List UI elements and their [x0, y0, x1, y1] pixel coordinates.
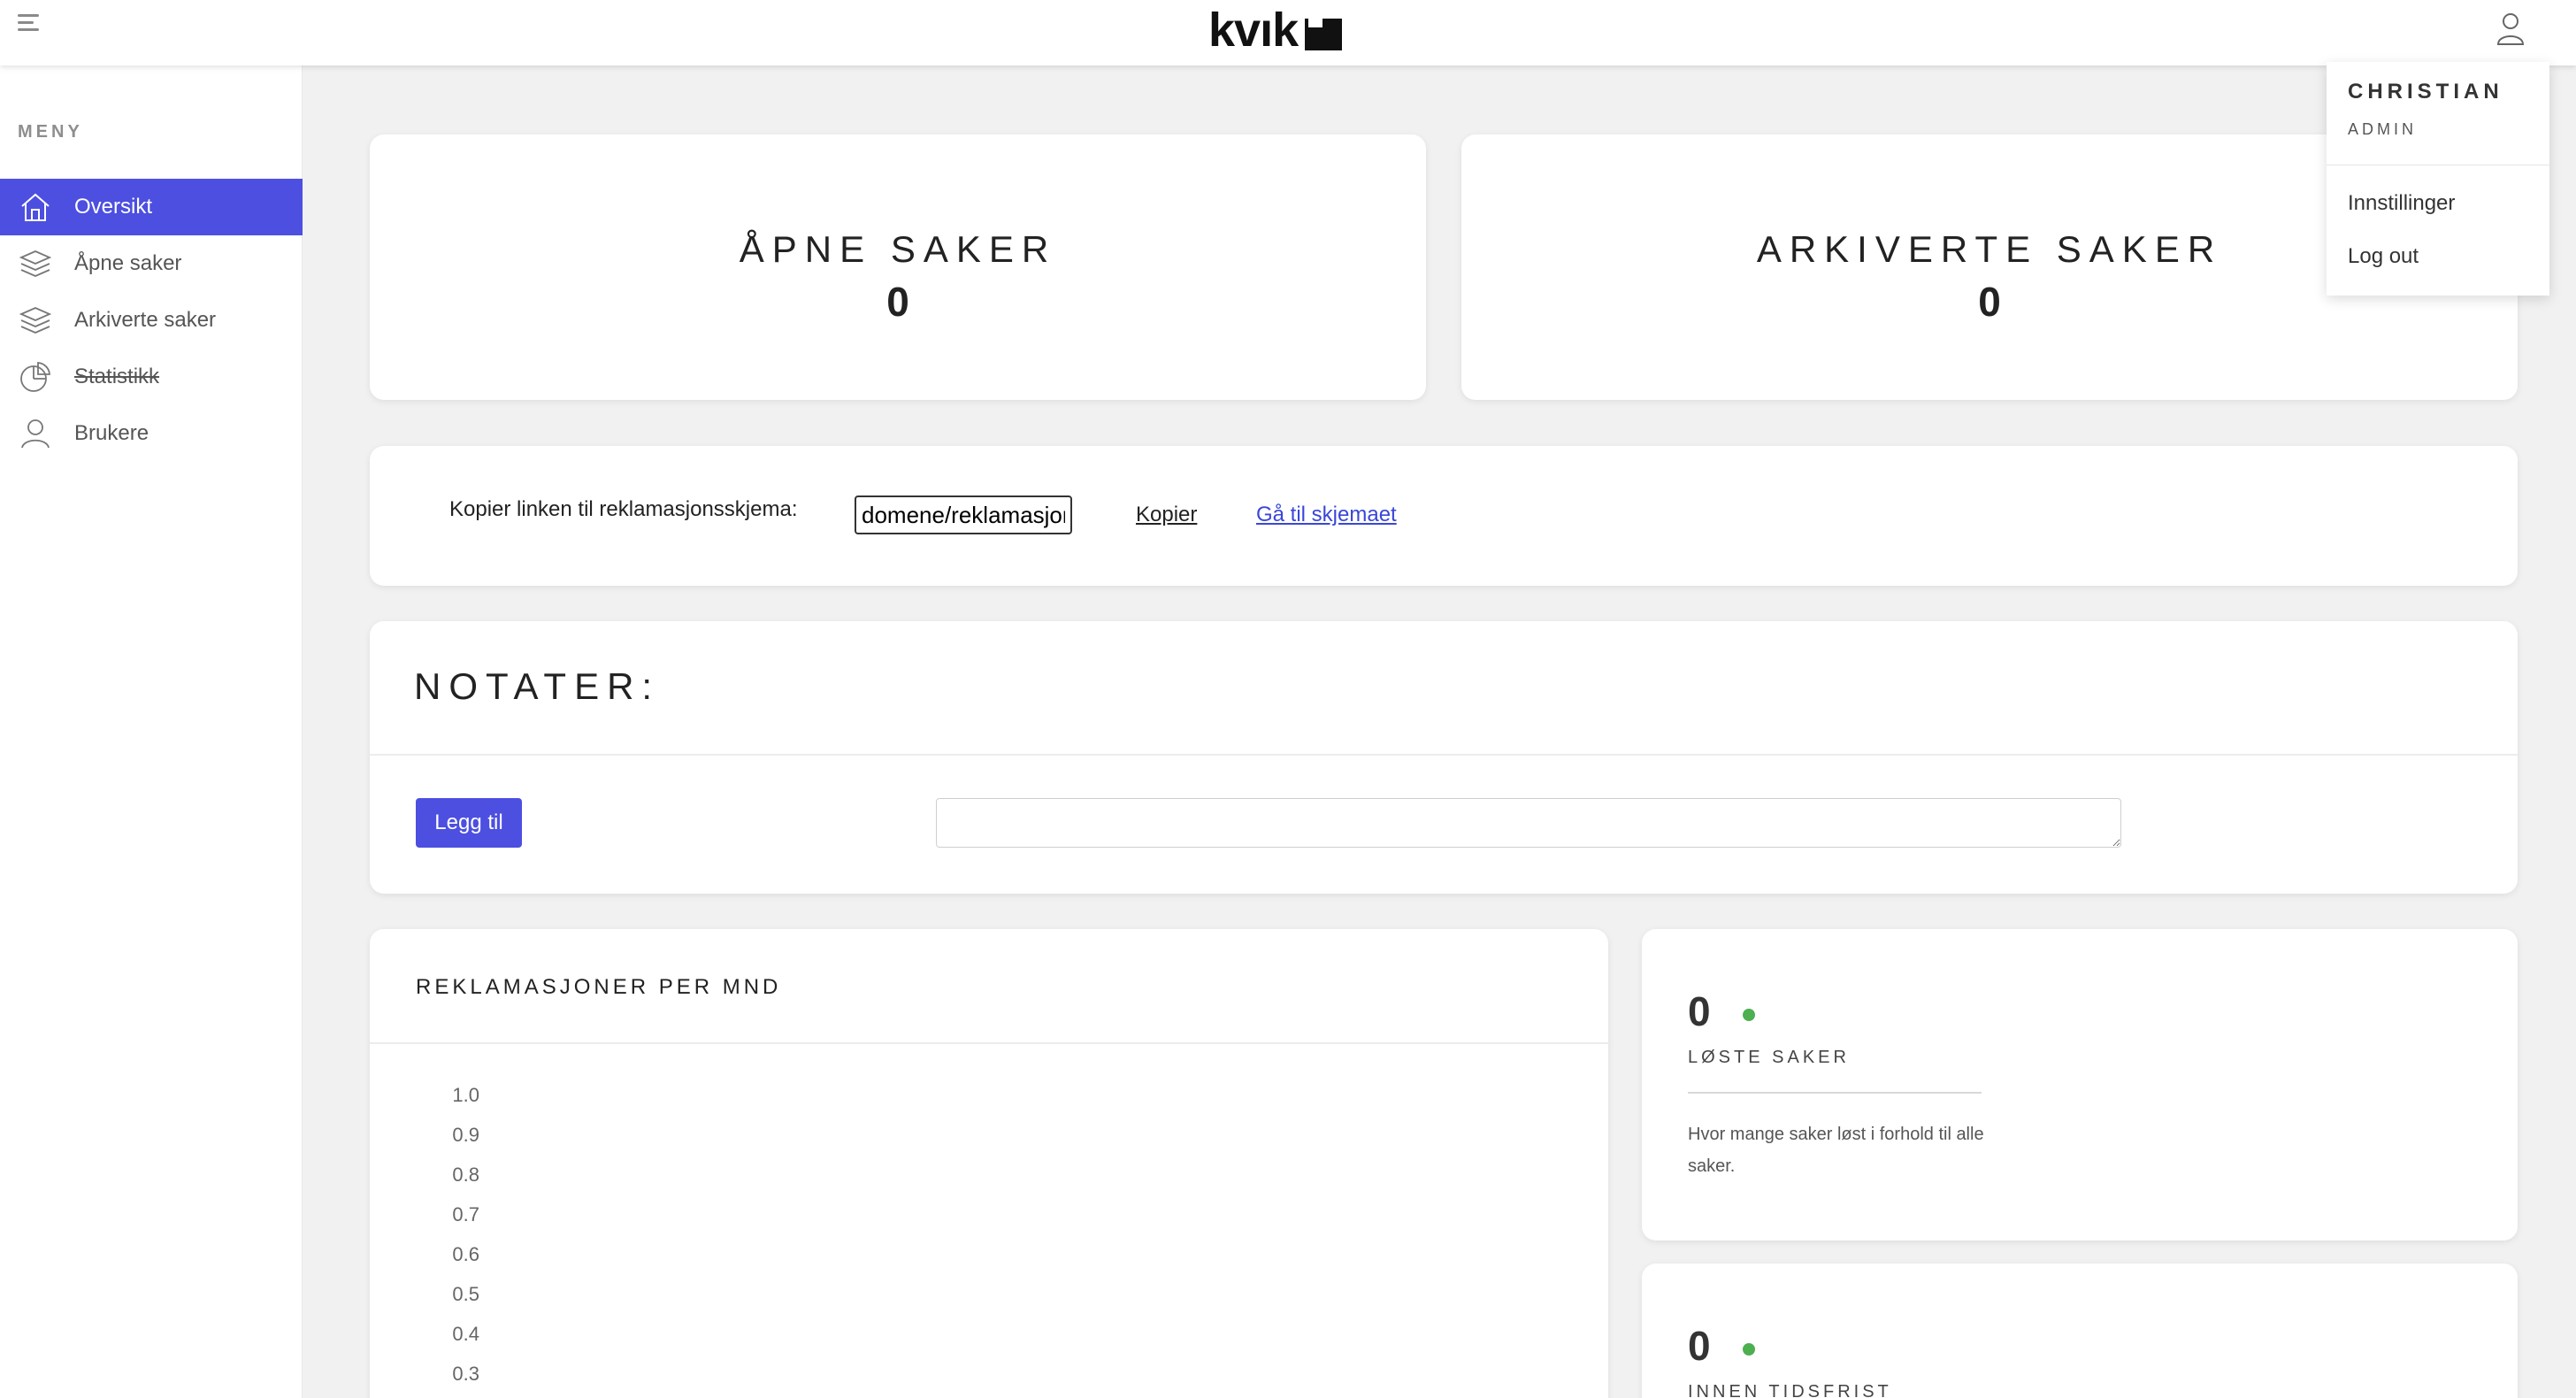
solved-cases-label: LØSTE SAKER — [1688, 1048, 1850, 1067]
notes-title: NOTATER: — [414, 665, 661, 707]
y-tick-label: 0.7 — [452, 1203, 479, 1225]
user-icon — [18, 416, 53, 451]
top-bar: kvık — [0, 0, 2576, 65]
user-name: CHRISTIAN — [2348, 80, 2503, 104]
complaints-chart-card: REKLAMASJONER PER MND 1.0 0.9 0.8 0.7 0.6 0.5… — [370, 929, 1608, 1398]
logo[interactable]: kvık — [1208, 4, 1343, 57]
complaints-chart: 1.00.90.80.70.60.50.40.30.2 — [452, 1084, 479, 1385]
open-cases-title: ÅPNE SAKER — [739, 228, 1057, 270]
sidebar-item-label: Oversikt — [74, 195, 153, 219]
chart-title: REKLAMASJONER PER MND — [416, 975, 782, 999]
sidebar-item-label: Åpne saker — [74, 251, 182, 275]
y-tick-label: 1.0 — [452, 1084, 479, 1106]
sidebar-item-oversikt[interactable]: Oversikt — [0, 179, 303, 235]
hamburger-menu-icon[interactable] — [18, 14, 42, 39]
home-icon — [18, 189, 53, 225]
go-to-form-link[interactable]: Gå til skjemaet — [1256, 503, 1397, 527]
layers-icon — [18, 303, 53, 338]
sidebar: MENY Oversikt Åpne saker Arkiverte saker… — [0, 65, 303, 1398]
note-input[interactable] — [936, 798, 2121, 848]
divider — [1688, 1092, 1982, 1094]
logo-text: kvık — [1208, 4, 1299, 57]
user-role: ADMIN — [2348, 120, 2417, 138]
pie-chart-icon — [18, 359, 53, 395]
open-cases-card[interactable]: ÅPNE SAKER 0 — [370, 134, 1426, 400]
sidebar-item-apne-saker[interactable]: Åpne saker — [0, 235, 303, 292]
add-note-button[interactable]: Legg til — [416, 798, 522, 848]
user-dropdown: CHRISTIAN ADMIN Innstillinger Log out — [2327, 62, 2549, 296]
within-deadline-value: 0 — [1688, 1323, 1711, 1369]
y-tick-label: 0.4 — [452, 1323, 479, 1345]
form-link-input[interactable] — [855, 495, 1072, 534]
form-link-card: Kopier linken til reklamasjonsskjema: Ko… — [370, 446, 2518, 586]
sidebar-item-label: Arkiverte saker — [74, 308, 217, 332]
layers-icon — [18, 246, 53, 281]
y-tick-label: 0.5 — [452, 1283, 479, 1305]
sidebar-item-label: Brukere — [74, 421, 150, 445]
status-dot-icon — [1743, 1343, 1755, 1356]
status-dot-icon — [1743, 1009, 1755, 1021]
user-icon[interactable] — [2491, 9, 2530, 48]
notes-card: NOTATER: Legg til — [370, 621, 2518, 894]
solved-cases-description: Hvor mange saker løst i forhold til alle… — [1688, 1125, 1984, 1176]
within-deadline-label: INNEN TIDSFRIST — [1688, 1382, 1892, 1398]
divider — [370, 754, 2518, 756]
y-tick-label: 0.8 — [452, 1164, 479, 1186]
y-tick-label: 0.9 — [452, 1124, 479, 1146]
open-cases-count: 0 — [886, 279, 909, 325]
sidebar-item-brukere[interactable]: Brukere — [0, 405, 303, 462]
settings-menu-item[interactable]: Innstillinger — [2348, 191, 2455, 216]
divider — [370, 1042, 1608, 1044]
logout-menu-item[interactable]: Log out — [2348, 244, 2419, 269]
y-tick-label: 0.3 — [452, 1363, 479, 1385]
copy-link[interactable]: Kopier — [1136, 503, 1197, 527]
solved-cases-value: 0 — [1688, 988, 1711, 1034]
logo-mark — [1305, 13, 1343, 50]
form-link-label: Kopier linken til reklamasjonsskjema: — [449, 497, 798, 521]
within-deadline-card: 0 INNEN TIDSFRIST — [1642, 1264, 2518, 1398]
y-tick-label: 0.6 — [452, 1243, 479, 1265]
sidebar-item-statistikk[interactable]: Statistikk — [0, 349, 303, 405]
sidebar-item-arkiverte-saker[interactable]: Arkiverte saker — [0, 292, 303, 349]
sidebar-item-label: Statistikk — [74, 365, 160, 388]
sidebar-heading: MENY — [18, 122, 83, 142]
solved-cases-card: 0 LØSTE SAKER Hvor mange saker løst i fo… — [1642, 929, 2518, 1241]
